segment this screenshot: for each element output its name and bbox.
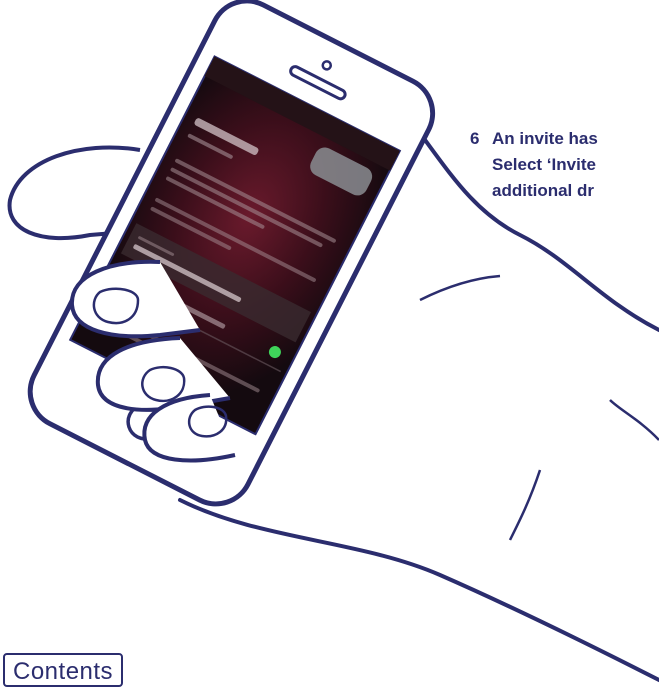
step-line-1: 6 An invite has bbox=[470, 126, 598, 152]
hand-index-line bbox=[609, 399, 659, 441]
step-line-2: Select ‘Invite bbox=[492, 155, 596, 174]
hand-palm-line bbox=[419, 274, 501, 302]
hand-wrist-line bbox=[508, 469, 542, 541]
hand-outline-lower bbox=[178, 498, 659, 682]
hand-holding-phone-illustration bbox=[7, 0, 659, 682]
step-number: 6 bbox=[470, 129, 480, 148]
step-instruction: 6 An invite has Select ‘Invite additional… bbox=[470, 126, 598, 204]
contents-button[interactable]: Contents bbox=[3, 653, 124, 687]
step-line-3: additional dr bbox=[492, 181, 594, 200]
